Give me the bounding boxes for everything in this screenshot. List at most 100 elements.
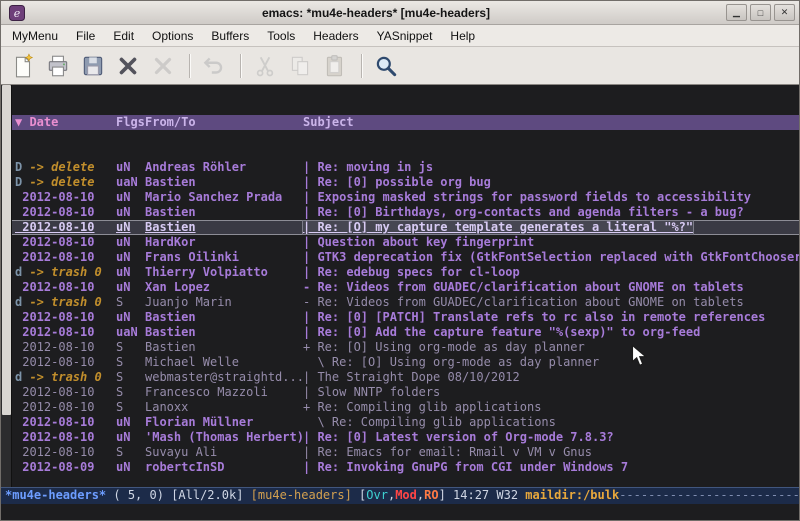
close-button[interactable]: ✕ bbox=[774, 4, 795, 21]
message-row[interactable]: 2012-08-10uNHardKor| Question about key … bbox=[12, 235, 799, 250]
new-file-icon[interactable] bbox=[7, 51, 39, 81]
message-row[interactable]: 2012-08-10SMichael Welle \ Re: [O] Using… bbox=[12, 355, 799, 370]
message-row[interactable]: 2012-08-10SLanoxx+ Re: Compiling glib ap… bbox=[12, 400, 799, 415]
message-date: 2012-08-10 bbox=[15, 280, 94, 294]
message-date: 2012-08-09 bbox=[15, 460, 94, 474]
message-row[interactable]: d -> trash 0uNThierry Volpiatto| Re: ede… bbox=[12, 265, 799, 280]
message-row[interactable]: 2012-08-10uNBastien| Re: [0] [PATCH] Tra… bbox=[12, 310, 799, 325]
flags-cell: uN bbox=[116, 280, 145, 295]
echo-area[interactable] bbox=[1, 504, 799, 520]
menu-edit[interactable]: Edit bbox=[104, 26, 143, 46]
menu-help[interactable]: Help bbox=[441, 26, 484, 46]
from-cell: Xan Lopez bbox=[145, 280, 303, 295]
date-cell: 2012-08-10 bbox=[15, 385, 116, 400]
from-cell: robertcInSD bbox=[145, 460, 303, 475]
subject-cell: | Re: [O] my capture template generates … bbox=[303, 221, 693, 234]
flags-cell: uN bbox=[116, 205, 145, 220]
scrollbar[interactable] bbox=[1, 85, 12, 487]
message-row[interactable]: d -> trash 0Swebmaster@straightd...| The… bbox=[12, 370, 799, 385]
modeline-segment-mod: Mod bbox=[395, 488, 417, 502]
menu-file[interactable]: File bbox=[67, 26, 104, 46]
message-row[interactable]: d -> trash 0SJuanjo Marin- Re: Videos fr… bbox=[12, 295, 799, 310]
from-cell: HardKor bbox=[145, 235, 303, 250]
title-bar[interactable]: e emacs: *mu4e-headers* [mu4e-headers] ▁… bbox=[1, 1, 799, 25]
message-date: 2012-08-10 bbox=[15, 310, 94, 324]
from-cell: Juanjo Marin bbox=[145, 295, 303, 310]
message-date: 2012-08-10 bbox=[15, 355, 94, 369]
modeline-segment-maildir: maildir:/bulk bbox=[525, 488, 619, 502]
from-cell: Bastien bbox=[145, 175, 303, 190]
message-date: 2012-08-10 bbox=[15, 190, 94, 204]
from-cell: webmaster@straightd... bbox=[145, 370, 303, 385]
menu-options[interactable]: Options bbox=[143, 26, 202, 46]
toolbar bbox=[1, 47, 799, 85]
flags-cell: S bbox=[116, 385, 145, 400]
modeline-segment-plain: 14:27 W32 bbox=[453, 488, 525, 502]
kill-buffer-icon[interactable] bbox=[112, 51, 144, 81]
menu-yasnippet[interactable]: YASnippet bbox=[368, 26, 442, 46]
message-row[interactable]: 2012-08-10SBastien+ Re: [O] Using org-mo… bbox=[12, 340, 799, 355]
window-buttons: ▁□✕ bbox=[723, 4, 795, 21]
from-cell: Andreas Röhler bbox=[145, 160, 303, 175]
message-row[interactable]: 2012-08-10uaNBastien| Re: [0] Add the ca… bbox=[12, 325, 799, 340]
date-cell: D -> delete bbox=[15, 160, 116, 175]
menu-bar: MyMenuFileEditOptionsBuffersToolsHeaders… bbox=[1, 25, 799, 47]
flags-cell: uN bbox=[116, 265, 145, 280]
flags-cell: uN bbox=[116, 235, 145, 250]
from-cell: Bastien bbox=[145, 325, 303, 340]
from-cell: Francesco Mazzoli bbox=[145, 385, 303, 400]
action-marker: -> trash 0 bbox=[29, 295, 101, 309]
message-row[interactable]: D -> deleteuNAndreas Röhler| Re: moving … bbox=[12, 160, 799, 175]
maximize-button[interactable]: □ bbox=[750, 4, 771, 21]
date-cell: 2012-08-10 bbox=[15, 415, 116, 430]
date-cell: 2012-08-10 bbox=[15, 355, 116, 370]
modeline-segment-bufname: *mu4e-headers* bbox=[5, 488, 106, 502]
date-cell: 2012-08-10 bbox=[15, 205, 116, 220]
svg-text:e: e bbox=[14, 7, 21, 20]
action-marker: -> delete bbox=[29, 160, 94, 174]
headers-column-header[interactable]: ▼ DateFlgsFrom/ToSubject bbox=[12, 115, 799, 130]
mark-prefix: D bbox=[15, 160, 29, 174]
from-cell: Bastien bbox=[145, 310, 303, 325]
message-row[interactable]: 2012-08-10uNBastien| Re: [O] my capture … bbox=[12, 220, 799, 235]
menu-mymenu[interactable]: MyMenu bbox=[3, 26, 67, 46]
message-row[interactable]: 2012-08-10uNMario Sanchez Prada| Exposin… bbox=[12, 190, 799, 205]
menu-headers[interactable]: Headers bbox=[304, 26, 367, 46]
message-date: 2012-08-10 bbox=[15, 235, 94, 249]
flags-cell: uN bbox=[116, 310, 145, 325]
date-cell: 2012-08-09 bbox=[15, 460, 116, 475]
message-row[interactable]: 2012-08-10uNXan Lopez- Re: Videos from G… bbox=[12, 280, 799, 295]
message-row[interactable]: D -> deleteuaNBastien| Re: [0] possible … bbox=[12, 175, 799, 190]
print-icon[interactable] bbox=[42, 51, 74, 81]
date-cell: 2012-08-10 bbox=[15, 221, 116, 234]
message-row[interactable]: 2012-08-10SFrancesco Mazzoli| Slow NNTP … bbox=[12, 385, 799, 400]
minimize-button[interactable]: ▁ bbox=[726, 4, 747, 21]
message-row[interactable]: 2012-08-10SSuvayu Ali| Re: Emacs for ema… bbox=[12, 445, 799, 460]
message-row[interactable]: 2012-08-09uNrobertcInSD| Re: Invoking Gn… bbox=[12, 460, 799, 475]
scrollbar-thumb[interactable] bbox=[2, 85, 11, 415]
menu-buffers[interactable]: Buffers bbox=[202, 26, 258, 46]
message-row[interactable]: 2012-08-10uNFlorian Müllner \ Re: Compil… bbox=[12, 415, 799, 430]
date-cell: D -> delete bbox=[15, 175, 116, 190]
from-cell: Frans Oilinki bbox=[145, 250, 303, 265]
menu-tools[interactable]: Tools bbox=[258, 26, 304, 46]
search-icon[interactable] bbox=[370, 51, 402, 81]
message-date: 2012-08-10 bbox=[15, 415, 94, 429]
flags-cell: S bbox=[116, 340, 145, 355]
toolbar-separator bbox=[240, 54, 242, 78]
column-header-from: From/To bbox=[145, 115, 303, 130]
column-header-flags: Flgs bbox=[116, 115, 145, 130]
save-icon[interactable] bbox=[77, 51, 109, 81]
mark-prefix: d bbox=[15, 265, 29, 279]
message-row[interactable]: 2012-08-10uN'Mash (Thomas Herbert)| Re: … bbox=[12, 430, 799, 445]
subject-cell: | GTK3 deprecation fix (GtkFontSelection… bbox=[303, 250, 799, 265]
message-row[interactable]: 2012-08-10uNFrans Oilinki| GTK3 deprecat… bbox=[12, 250, 799, 265]
message-row[interactable]: 2012-08-10uNBastien| Re: [0] Birthdays, … bbox=[12, 205, 799, 220]
date-cell: 2012-08-10 bbox=[15, 325, 116, 340]
subject-cell: | Re: [0] Birthdays, org-contacts and ag… bbox=[303, 205, 744, 220]
date-cell: 2012-08-10 bbox=[15, 280, 116, 295]
message-date: 2012-08-10 bbox=[15, 205, 94, 219]
message-list: D -> deleteuNAndreas Röhler| Re: moving … bbox=[12, 160, 799, 475]
modeline-segment-ovr: Ovr bbox=[366, 488, 388, 502]
flags-cell: uN bbox=[116, 190, 145, 205]
